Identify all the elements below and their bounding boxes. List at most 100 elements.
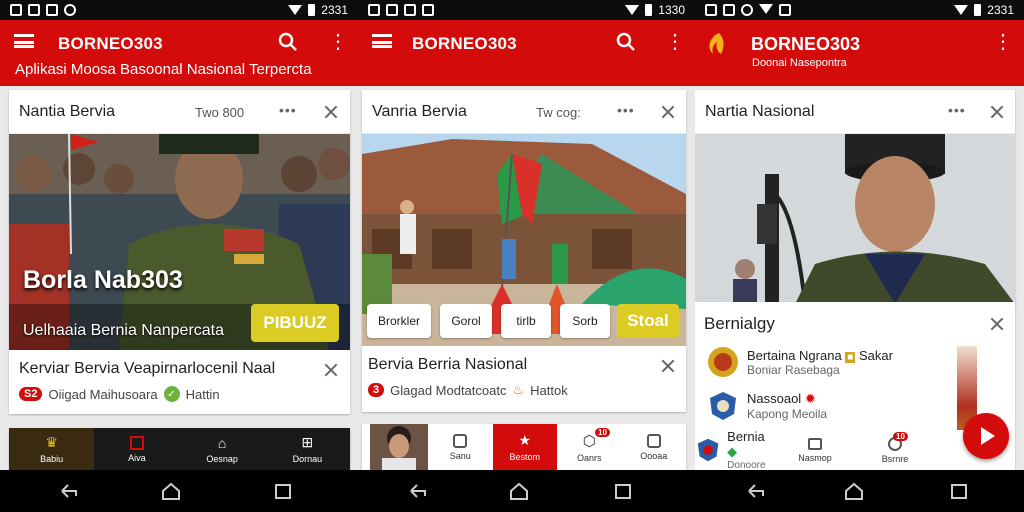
- nav-label: Dornau: [292, 454, 323, 464]
- article-source: Oiigad Maihusoara: [48, 386, 158, 402]
- nav-item-profile[interactable]: 10 Bsrnre: [855, 430, 935, 470]
- filter-chip[interactable]: Brorkler: [367, 304, 431, 338]
- nav-item-topic[interactable]: Bernia ◆ Donoore: [695, 429, 775, 470]
- home-icon[interactable]: [508, 480, 530, 502]
- card-header: Nantia Bervia Two 800 •••: [9, 90, 350, 134]
- battery-icon: [308, 4, 316, 16]
- status-bar: 2331: [0, 0, 358, 20]
- topic-name: Bernia: [727, 429, 765, 444]
- news-icon: [129, 435, 144, 450]
- close-icon[interactable]: [661, 359, 675, 373]
- notification-icon: [64, 4, 76, 16]
- wifi-icon: [954, 5, 969, 15]
- compass-icon: ⬡: [582, 432, 596, 450]
- close-icon[interactable]: [324, 363, 338, 377]
- nav-item-profile[interactable]: ⊞ Dornau: [265, 428, 350, 470]
- app-brand: BORNEO303: [412, 34, 517, 53]
- card-time: Two 800: [195, 105, 245, 120]
- recents-icon[interactable]: [612, 480, 634, 502]
- menu-icon[interactable]: [14, 34, 34, 48]
- nav-item-featured[interactable]: ★ Bestom: [492, 424, 557, 470]
- topic-avatar-icon: [708, 347, 738, 377]
- nav-label: Sanu: [449, 450, 471, 461]
- more-options-icon[interactable]: ⋮: [993, 32, 1013, 52]
- battery-icon: [645, 4, 653, 16]
- recents-icon[interactable]: [272, 480, 294, 502]
- nav-item-news[interactable]: Aiva: [94, 428, 179, 470]
- topic-sub: Boniar Rasebaga: [747, 362, 840, 377]
- notification-icon: [741, 4, 753, 16]
- notification-icon: [28, 4, 40, 16]
- back-icon[interactable]: [745, 480, 767, 502]
- more-icon[interactable]: •••: [948, 102, 966, 118]
- news-card[interactable]: Nartia Nasional •••: [695, 90, 1015, 304]
- app-brand: BORNEO303: [58, 34, 163, 53]
- news-card[interactable]: Nantia Bervia Two 800 ••• PIBUUZ Borla N…: [9, 90, 350, 414]
- topic-item[interactable]: Bertaina Ngrana ■ Sakar Boniar Rasebaga: [707, 346, 893, 378]
- chip-cta-button[interactable]: Stoal: [617, 304, 679, 338]
- notification-icon: [368, 4, 380, 16]
- close-icon[interactable]: [661, 105, 675, 119]
- nav-item-profile[interactable]: Oooaa: [622, 424, 687, 470]
- hero-cta-button[interactable]: PIBUUZ: [251, 304, 339, 342]
- more-options-icon[interactable]: ⋮: [328, 32, 348, 52]
- home-icon[interactable]: [843, 480, 865, 502]
- filter-chip[interactable]: tirlb: [501, 304, 551, 338]
- search-icon[interactable]: [616, 32, 636, 52]
- news-card[interactable]: Vanria Bervia Tw cog: ••• Brorkler Gorol…: [362, 90, 686, 412]
- card-title: Nantia Bervia: [19, 103, 116, 120]
- hero-image[interactable]: PIBUUZ: [9, 134, 350, 350]
- app-bar: BORNEO303 Doonai Nasepontra ⋮: [695, 20, 1024, 86]
- close-icon[interactable]: [990, 317, 1004, 331]
- hero-caption: Uelhaaia Bernia Nanpercata: [23, 322, 225, 339]
- shield-icon: [697, 438, 719, 462]
- fire-icon: ♨: [512, 382, 525, 397]
- notification-icon: [705, 4, 717, 16]
- nav-item-home[interactable]: ♛ Babiu: [9, 428, 95, 470]
- article-title[interactable]: Bervia Berria Nasional: [368, 356, 527, 374]
- topic-item[interactable]: Nassoaol ✹ Kapong Meoila: [707, 390, 827, 422]
- filter-chip[interactable]: Sorb: [560, 304, 610, 338]
- hero-image[interactable]: [695, 134, 1015, 304]
- hero-image[interactable]: Brorkler Gorol tirlb Sorb Stoal: [362, 134, 686, 346]
- search-icon[interactable]: [278, 32, 298, 52]
- close-icon[interactable]: [990, 105, 1004, 119]
- nav-item-home[interactable]: Sanu: [428, 424, 493, 470]
- menu-icon[interactable]: [372, 34, 392, 48]
- app-bar: BORNEO303 ⋮ Aplikasi Moosa Basoonal Nasi…: [0, 20, 358, 86]
- nav-label: Oesnap: [206, 453, 238, 464]
- compass-icon: ⌂: [217, 434, 227, 451]
- nav-item-saved[interactable]: Nasmop: [775, 430, 855, 470]
- more-options-icon[interactable]: ⋮: [665, 32, 685, 52]
- notification-badge: 10: [595, 428, 610, 437]
- nav-item-explore[interactable]: ⬡ 10 Oanrs: [557, 424, 622, 470]
- nav-item-discover[interactable]: ⌂ Oesnap: [180, 428, 265, 470]
- app-tagline: Doonai Nasepontra: [752, 57, 847, 69]
- notification-icon: [46, 4, 58, 16]
- filter-chip[interactable]: Gorol: [440, 304, 492, 338]
- bottom-card: ♛ Babiu Aiva ⌂ Oesnap ⊞ Dornau: [9, 428, 350, 470]
- article-status: Hattin: [185, 386, 220, 402]
- system-nav-bar: [0, 470, 1024, 512]
- article-source: Glagad Modtatcoatc: [390, 382, 507, 398]
- back-icon[interactable]: [58, 480, 80, 502]
- count-badge: S2: [19, 387, 43, 401]
- notification-icon: [779, 4, 791, 16]
- more-icon[interactable]: •••: [617, 102, 635, 118]
- close-icon[interactable]: [324, 105, 338, 119]
- article-meta: 3 Glagad Modtatcoatc ♨ Hattok: [368, 382, 568, 398]
- back-icon[interactable]: [407, 480, 429, 502]
- notification-icon: [404, 4, 416, 16]
- status-time: 2331: [321, 3, 348, 17]
- home-icon[interactable]: [160, 480, 182, 502]
- battery-icon: [974, 4, 982, 16]
- more-icon[interactable]: •••: [279, 102, 297, 118]
- article-title[interactable]: Kerviar Bervia Veapirnarlocenil Naal: [19, 360, 275, 378]
- phone-screen-1: 2331 BORNEO303 ⋮ Aplikasi Moosa Basoonal…: [0, 0, 358, 470]
- panel-title: Bernialgy: [704, 314, 775, 333]
- phone-screen-2: 1330 BORNEO303 ⋮ Vanria Bervia Tw cog: •…: [358, 0, 695, 470]
- recents-icon[interactable]: [948, 480, 970, 502]
- article-meta: S2 Oiigad Maihusoara ✓ Hattin: [19, 386, 220, 402]
- play-fab-button[interactable]: [963, 413, 1009, 459]
- folder-icon: [808, 437, 822, 450]
